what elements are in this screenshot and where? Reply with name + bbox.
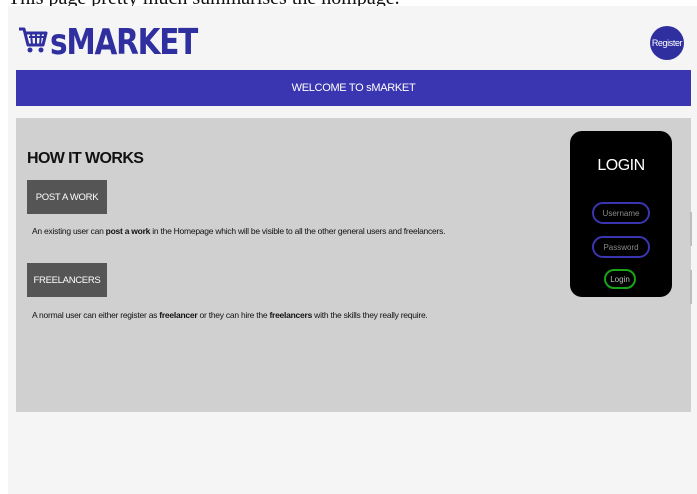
- login-button[interactable]: Login: [604, 269, 636, 289]
- desc-bold-text: freelancer: [159, 310, 198, 320]
- welcome-banner: WELCOME TO sMARKET: [16, 70, 691, 106]
- desc-bold-text: freelancers: [269, 310, 313, 320]
- login-title: LOGIN: [597, 157, 645, 174]
- freelancers-description: A normal user can either register as fre…: [32, 310, 428, 320]
- register-button[interactable]: Register: [650, 26, 684, 60]
- desc-text: A normal user can either register as: [32, 310, 160, 320]
- desc-text: with the skills they really require.: [312, 310, 428, 320]
- banner-text: WELCOME TO sMARKET: [291, 82, 416, 94]
- desc-text: in the Homepage which will be visible to…: [150, 226, 446, 236]
- freelancers-button[interactable]: FREELANCERS: [27, 263, 107, 297]
- password-input[interactable]: [592, 236, 650, 258]
- logo-text: sMARKET: [50, 21, 198, 63]
- how-it-works-panel: HOW IT WORKS POST A WORK An existing use…: [16, 118, 692, 412]
- login-card: LOGIN Login: [570, 131, 672, 297]
- post-a-work-button[interactable]: POST A WORK: [27, 180, 107, 214]
- logo[interactable]: sMARKET: [18, 20, 229, 64]
- section-title: HOW IT WORKS: [27, 150, 144, 167]
- shopping-cart-icon: [18, 25, 50, 60]
- desc-text: An existing user can: [32, 226, 106, 236]
- divider: [690, 270, 692, 304]
- post-a-work-description: An existing user can post a work in the …: [32, 226, 445, 236]
- desc-text: or they can hire the: [197, 310, 270, 320]
- divider: [690, 212, 692, 246]
- desc-bold-text: post a work: [105, 226, 151, 236]
- username-input[interactable]: [592, 202, 650, 224]
